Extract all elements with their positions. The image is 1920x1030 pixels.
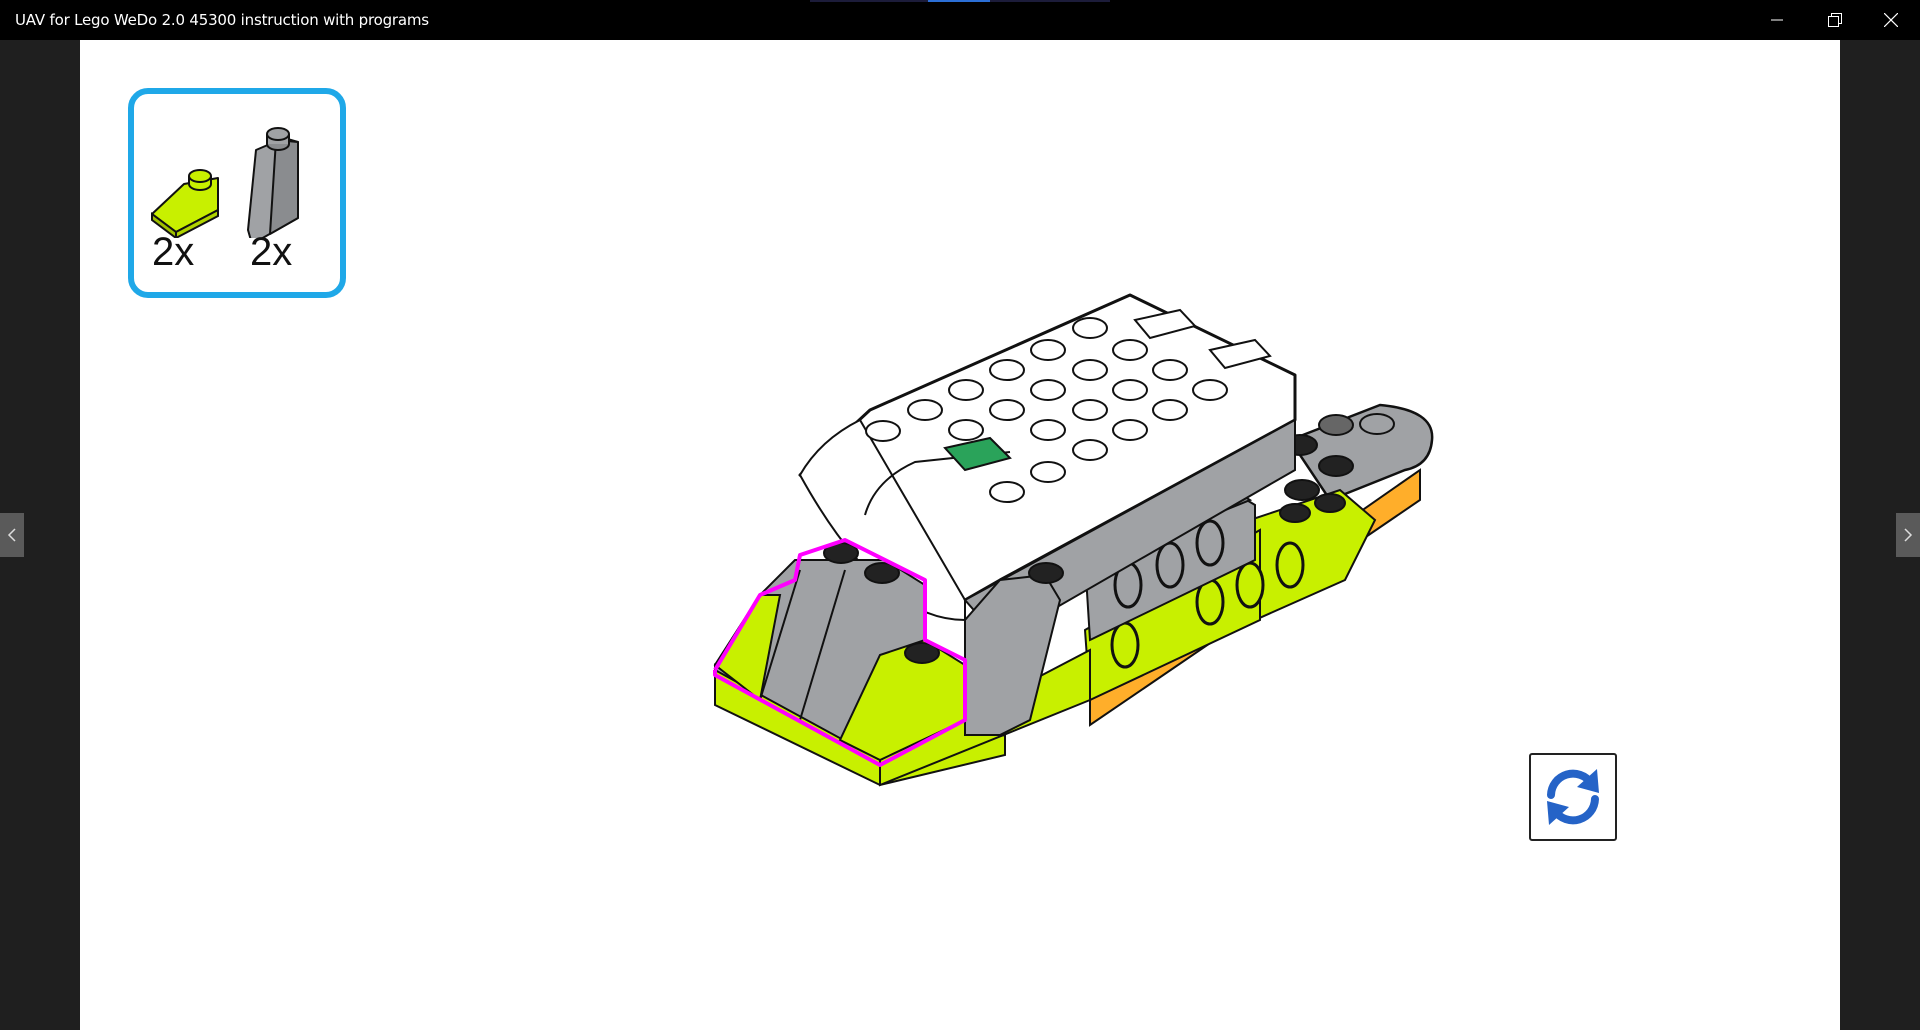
title-bar: UAV for Lego WeDo 2.0 45300 instruction … [0,0,1920,40]
loading-strip [810,0,1110,2]
previous-step-button[interactable] [0,513,24,557]
minimize-button[interactable] [1748,0,1806,40]
instruction-canvas: 2x 2x [80,40,1840,1030]
rotate-button[interactable] [1529,753,1617,841]
chevron-left-icon [7,528,16,542]
close-icon [1884,13,1898,27]
model-illustration [713,293,1434,787]
next-step-button[interactable] [1896,513,1920,557]
restore-button[interactable] [1806,0,1864,40]
minimize-icon [1771,19,1783,21]
chevron-right-icon [1904,528,1913,542]
restore-icon [1828,13,1842,27]
rotate-icon [1547,769,1599,825]
close-button[interactable] [1862,0,1920,40]
window-title: UAV for Lego WeDo 2.0 45300 instruction … [15,11,429,29]
